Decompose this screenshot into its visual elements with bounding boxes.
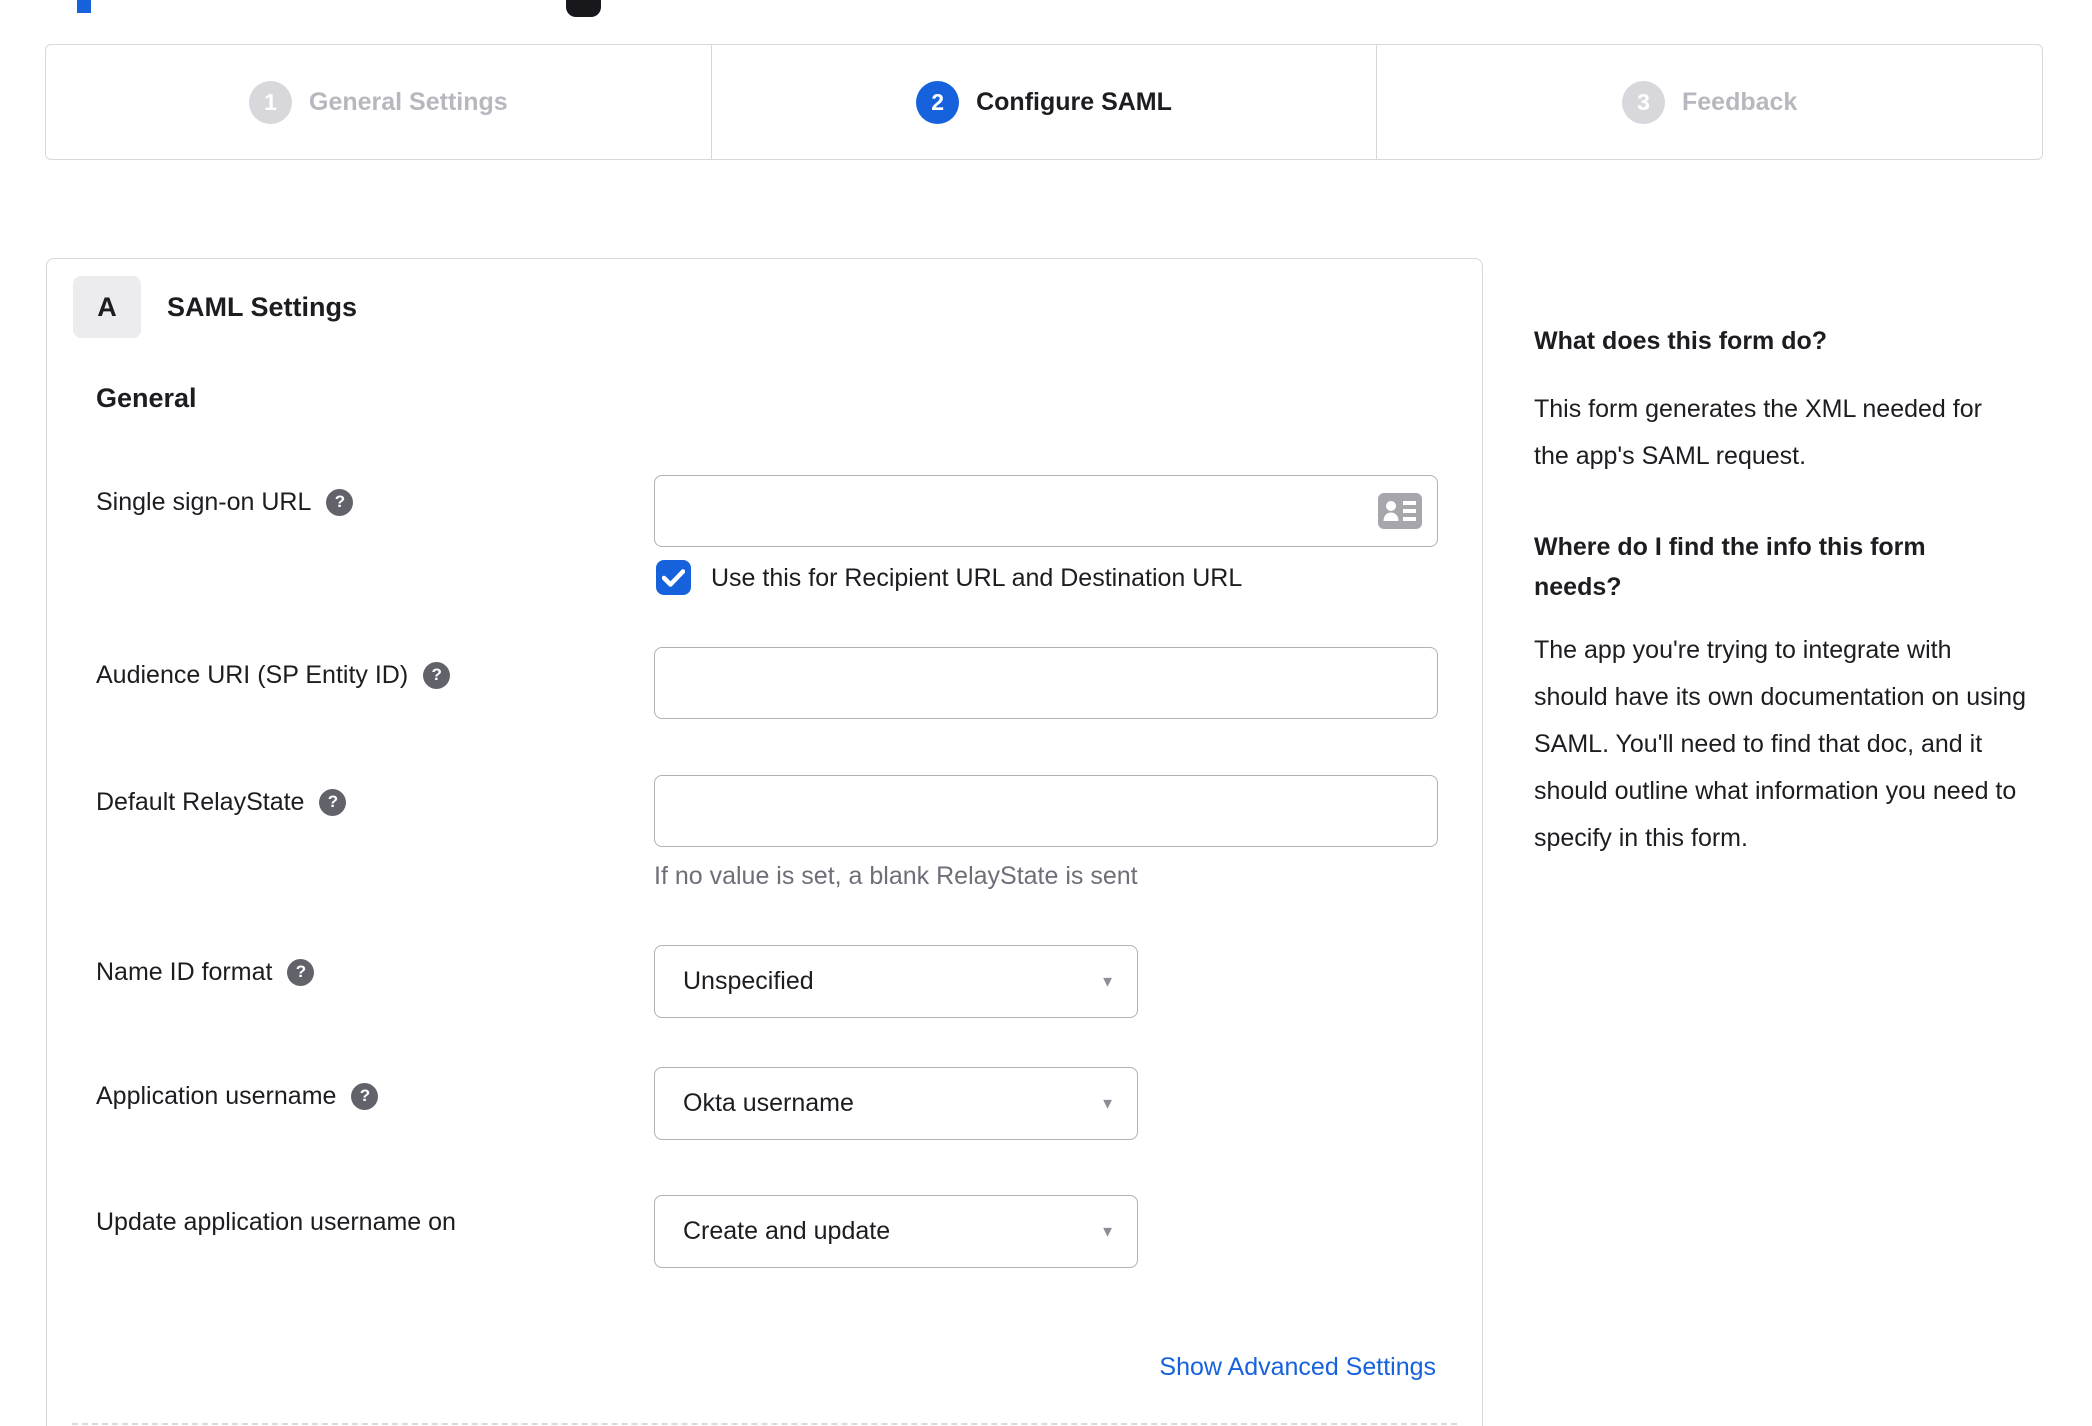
recipient-url-checkbox[interactable] [656, 560, 691, 595]
relaystate-input[interactable] [654, 775, 1438, 847]
cutoff-header-fragment-blue [77, 0, 91, 13]
relaystate-input-wrap [654, 775, 1438, 847]
relaystate-hint: If no value is set, a blank RelayState i… [654, 862, 1138, 890]
step-general-settings[interactable]: 1 General Settings [46, 45, 711, 159]
cutoff-header-fragment-dark [566, 0, 601, 17]
step-2-circle: 2 [916, 80, 960, 124]
step-1-label: General Settings [309, 87, 508, 116]
section-dashed-divider [72, 1423, 1457, 1425]
sidebar-answer-2: The app you're trying to integrate with … [1534, 636, 2026, 852]
panel-title: SAML Settings [167, 292, 358, 322]
configure-saml-page: 1 General Settings 2 Configure SAML 3 Fe… [0, 0, 2092, 1426]
section-a-badge: A [73, 276, 141, 338]
application-username-label-text: Application username [96, 1081, 337, 1110]
sso-url-label: Single sign-on URL ? [96, 485, 354, 519]
audience-uri-help-icon[interactable]: ? [423, 661, 451, 689]
step-configure-saml[interactable]: 2 Configure SAML [710, 45, 1377, 159]
sso-url-input-wrap [654, 475, 1438, 547]
step-2-label: Configure SAML [976, 87, 1172, 116]
sso-url-label-text: Single sign-on URL [96, 487, 312, 516]
name-id-format-value: Unspecified [683, 967, 814, 995]
update-username-label: Update application username on [96, 1205, 456, 1239]
application-username-select[interactable]: Okta username ▼ [654, 1067, 1138, 1140]
chevron-down-icon: ▼ [1100, 1223, 1115, 1240]
wizard-stepper: 1 General Settings 2 Configure SAML 3 Fe… [45, 44, 2043, 160]
update-username-value: Create and update [683, 1217, 891, 1245]
name-id-format-help-icon[interactable]: ? [287, 958, 315, 986]
recipient-url-checkbox-label[interactable]: Use this for Recipient URL and Destinati… [711, 561, 1242, 596]
relaystate-label: Default RelayState ? [96, 785, 347, 819]
relaystate-help-icon[interactable]: ? [319, 788, 347, 816]
name-id-format-select[interactable]: Unspecified ▼ [654, 945, 1138, 1018]
audience-uri-input-wrap [654, 647, 1438, 719]
contact-card-icon[interactable] [1378, 493, 1422, 529]
show-advanced-settings-link[interactable]: Show Advanced Settings [1159, 1353, 1436, 1382]
audience-uri-label-text: Audience URI (SP Entity ID) [96, 660, 409, 689]
update-username-label-text: Update application username on [96, 1207, 456, 1236]
application-username-help-icon[interactable]: ? [351, 1082, 379, 1110]
name-id-format-label: Name ID format ? [96, 955, 315, 989]
general-section-title: General [96, 383, 197, 413]
sso-url-input[interactable] [654, 475, 1438, 547]
step-feedback[interactable]: 3 Feedback [1376, 45, 2042, 159]
step-3-label: Feedback [1682, 87, 1798, 116]
sso-url-help-icon[interactable]: ? [326, 488, 354, 516]
audience-uri-input[interactable] [654, 647, 1438, 719]
sidebar-question-1: What does this form do? [1534, 327, 1828, 355]
relaystate-label-text: Default RelayState [96, 787, 305, 816]
application-username-value: Okta username [683, 1089, 854, 1117]
audience-uri-label: Audience URI (SP Entity ID) ? [96, 658, 451, 692]
step-1-circle: 1 [249, 80, 292, 124]
sidebar-question-2: Where do I find the info this form needs… [1534, 533, 1926, 601]
application-username-label: Application username ? [96, 1079, 379, 1113]
step-3-circle: 3 [1622, 80, 1665, 124]
update-username-select[interactable]: Create and update ▼ [654, 1195, 1138, 1268]
chevron-down-icon: ▼ [1100, 973, 1115, 990]
saml-settings-panel: A SAML Settings General Single sign-on U… [46, 258, 1483, 1426]
chevron-down-icon: ▼ [1100, 1095, 1115, 1112]
name-id-format-label-text: Name ID format [96, 957, 273, 986]
sidebar-answer-1: This form generates the XML needed for t… [1534, 395, 1982, 470]
